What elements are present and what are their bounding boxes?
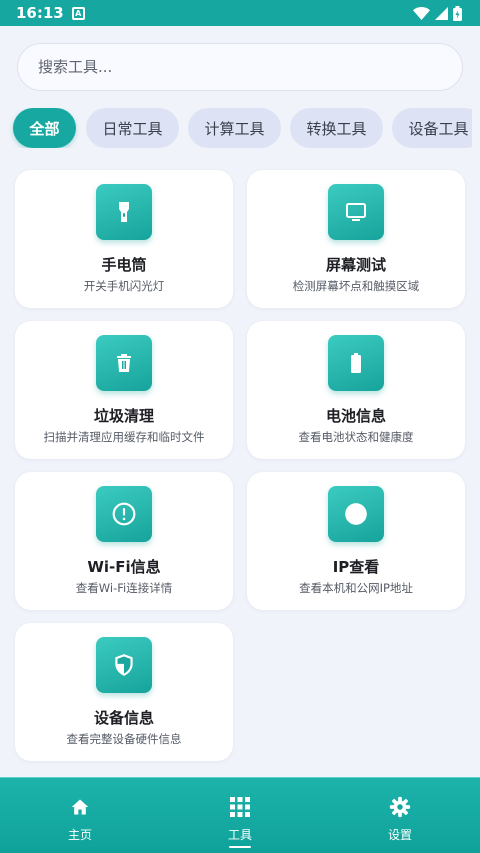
flashlight-icon	[96, 184, 152, 240]
search-input[interactable]	[38, 58, 462, 76]
category-chips: 全部 日常工具 计算工具 转换工具 设备工具	[0, 108, 472, 148]
tool-title: 屏幕测试	[325, 256, 386, 274]
tool-desc: 查看完整设备硬件信息	[66, 732, 182, 746]
tool-card-junk-clean[interactable]: 垃圾清理 扫描并清理应用缓存和临时文件	[15, 321, 233, 459]
nav-settings[interactable]: 设置	[350, 778, 450, 853]
globe-icon	[328, 486, 384, 542]
tool-card-ip-lookup[interactable]: IP查看 查看本机和公网IP地址	[247, 472, 465, 610]
wifi-icon	[413, 6, 430, 20]
battery-status-icon	[453, 5, 462, 21]
chip-device[interactable]: 设备工具	[392, 108, 472, 148]
trash-icon	[96, 335, 152, 391]
tool-title: 垃圾清理	[93, 407, 154, 425]
signal-icon	[435, 6, 448, 20]
status-time: 16:13	[16, 4, 64, 22]
tool-desc: 查看Wi-Fi连接详情	[75, 581, 173, 595]
tool-desc: 检测屏幕坏点和触摸区域	[292, 279, 420, 293]
nav-home[interactable]: 主页	[30, 778, 130, 853]
shield-icon	[96, 637, 152, 693]
info-icon	[96, 486, 152, 542]
notification-icon: A	[71, 6, 85, 20]
grid-icon	[229, 796, 251, 818]
chip-daily[interactable]: 日常工具	[86, 108, 179, 148]
chip-all[interactable]: 全部	[13, 108, 76, 148]
gear-icon	[389, 796, 411, 818]
home-icon	[69, 796, 91, 818]
nav-label: 工具	[227, 828, 252, 842]
tool-desc: 开关手机闪光灯	[83, 279, 165, 293]
tool-card-flashlight[interactable]: 手电筒 开关手机闪光灯	[15, 170, 233, 308]
tool-card-battery-info[interactable]: 电池信息 查看电池状态和健康度	[247, 321, 465, 459]
nav-label: 设置	[387, 828, 412, 842]
tool-card-wifi-info[interactable]: Wi-Fi信息 查看Wi-Fi连接详情	[15, 472, 233, 610]
nav-tools[interactable]: 工具	[190, 778, 290, 853]
battery-icon	[328, 335, 384, 391]
search-bar[interactable]	[17, 43, 463, 91]
tool-title: IP查看	[332, 558, 380, 576]
monitor-icon	[328, 184, 384, 240]
tool-desc: 扫描并清理应用缓存和临时文件	[43, 430, 205, 444]
active-indicator	[229, 846, 251, 848]
chip-convert[interactable]: 转换工具	[290, 108, 383, 148]
tool-title: 电池信息	[325, 407, 386, 425]
tool-title: Wi-Fi信息	[87, 558, 161, 576]
status-bar: 16:13 A	[0, 0, 480, 26]
tool-title: 手电筒	[101, 256, 147, 274]
bottom-navigation: 主页 工具 设置	[0, 777, 480, 853]
nav-label: 主页	[67, 828, 92, 842]
tool-title: 设备信息	[93, 709, 154, 727]
tool-card-device-info[interactable]: 设备信息 查看完整设备硬件信息	[15, 623, 233, 761]
tool-card-screen-test[interactable]: 屏幕测试 检测屏幕坏点和触摸区域	[247, 170, 465, 308]
tool-desc: 查看电池状态和健康度	[298, 430, 414, 444]
chip-calc[interactable]: 计算工具	[188, 108, 281, 148]
tool-desc: 查看本机和公网IP地址	[299, 581, 413, 595]
